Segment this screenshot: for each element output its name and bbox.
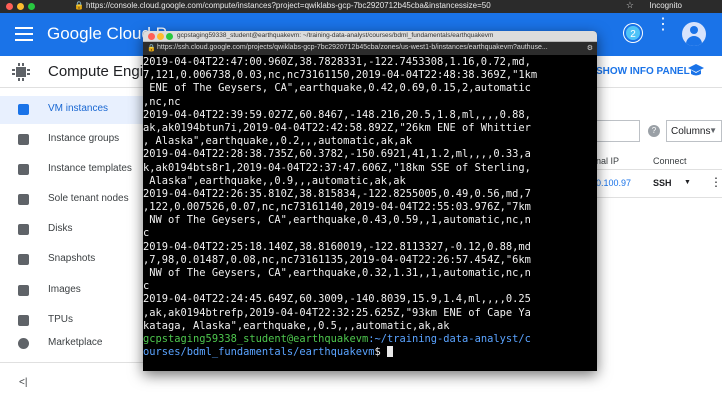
instance-groups-icon	[18, 134, 29, 145]
prompt-user: gcpstaging59338_student@earthquakevm	[143, 332, 369, 345]
more-vert-icon[interactable]: ⋮	[655, 17, 671, 33]
terminal-line: 2019-04-04T22:47:00.960Z,38.7828331,-122…	[143, 56, 531, 68]
terminal-line: ENE of The Geysers, CA",earthquake,0.42,…	[143, 82, 531, 95]
instance-templates-icon	[18, 164, 29, 175]
sidebar-item-label: Instance templates	[48, 163, 132, 174]
tpu-icon	[18, 315, 29, 326]
terminal-line: 2019-04-04T22:28:38.735Z,60.3782,-150.69…	[143, 148, 531, 161]
graduation-cap-icon[interactable]	[688, 64, 704, 78]
sidebar-item-label: Instance groups	[48, 133, 120, 144]
columns-button[interactable]: Columns ▼	[666, 120, 722, 142]
help-icon[interactable]: ?	[648, 125, 660, 137]
terminal-line: ,ak,ak0194btrefp,2019-04-04T22:32:25.625…	[143, 306, 531, 319]
sidebar-item-label: Images	[48, 284, 81, 295]
browser-close-dot[interactable]	[6, 3, 13, 10]
prompt-path-part2: ourses/bdml_fundamentals/earthquakevm	[143, 346, 375, 359]
terminal-line: 2019-04-04T22:25:18.140Z,38.8160019,-122…	[143, 240, 531, 253]
incognito-label: Incognito	[649, 1, 682, 10]
sidebar-item-disks[interactable]: Disks	[0, 216, 145, 244]
show-info-panel-button[interactable]: SHOW INFO PANEL	[596, 66, 690, 77]
terminal-prompt-line: gcpstaging59338_student@earthquakevm:~/t…	[143, 333, 597, 346]
prompt-path-part1: :~/training-data-analyst/c	[368, 332, 531, 345]
terminal-line: c	[143, 227, 150, 240]
collapse-sidebar-icon[interactable]: <|	[19, 377, 27, 388]
terminal-cursor	[386, 346, 393, 358]
sidebar-item-marketplace[interactable]: Marketplace	[0, 330, 145, 358]
terminal-url-bar: 🔒 https://ssh.cloud.google.com/projects/…	[143, 42, 597, 55]
terminal-line: 2019-04-04T22:39:59.027Z,60.8467,-148.21…	[143, 108, 531, 121]
terminal-line: Alaska",earthquake,,0.9,,,automatic,ak,a…	[143, 174, 406, 187]
sidebar-item-instance-templates[interactable]: Instance templates	[0, 156, 145, 184]
sidebar: VM instances Instance groups Instance te…	[0, 88, 145, 401]
ssh-terminal-window[interactable]: gcpstaging59338_student@earthquakevm: ~/…	[143, 31, 597, 371]
settings-gear-icon[interactable]: ⚙	[587, 44, 593, 52]
avatar[interactable]	[682, 22, 706, 46]
terminal-maximize-dot[interactable]	[166, 33, 173, 40]
disk-icon	[18, 224, 29, 235]
terminal-prompt-line: ourses/bdml_fundamentals/earthquakevm$	[143, 346, 597, 359]
terminal-line: NW of The Geysers, CA",earthquake,0.43,0…	[143, 214, 531, 227]
terminal-line: 7,121,0.006738,0.03,nc,nc73161150,2019-0…	[143, 69, 538, 82]
terminal-line: k,ak0194bts8r1,2019-04-04T22:37:47.606Z,…	[143, 161, 531, 174]
sole-tenant-icon	[18, 194, 29, 205]
columns-label: Columns	[671, 126, 711, 137]
screen: 🔒 https://console.cloud.google.com/compu…	[0, 0, 722, 401]
sidebar-item-snapshots[interactable]: Snapshots	[0, 246, 145, 274]
browser-maximize-dot[interactable]	[28, 3, 35, 10]
column-header-external-ip: nal IP	[596, 156, 620, 166]
ssh-dropdown-icon[interactable]: ▼	[684, 179, 691, 186]
terminal-line: kataga, Alaska",earthquake,,0.5,,,automa…	[143, 319, 450, 332]
ssh-button[interactable]: SSH	[653, 178, 672, 188]
table-divider	[596, 197, 722, 198]
browser-bar: 🔒 https://console.cloud.google.com/compu…	[0, 0, 722, 13]
terminal-line: ,nc,nc	[143, 95, 181, 108]
terminal-line: 2019-04-04T22:24:45.649Z,60.3009,-140.80…	[143, 293, 531, 306]
snapshot-icon	[18, 254, 29, 265]
sidebar-item-label: Snapshots	[48, 253, 96, 264]
terminal-line: 2019-04-04T22:26:35.810Z,38.815834,-122.…	[143, 187, 531, 200]
vm-icon	[18, 104, 29, 115]
marketplace-icon	[18, 338, 29, 349]
sidebar-item-images[interactable]: Images	[0, 277, 145, 305]
terminal-line: , Alaska",earthquake,,0.2,,,automatic,ak…	[143, 135, 412, 148]
sidebar-item-vm-instances[interactable]: VM instances	[0, 96, 145, 124]
lock-icon: 🔒	[147, 45, 156, 52]
row-more-icon[interactable]: ⋮	[710, 175, 722, 189]
bookmark-star-icon[interactable]: ☆	[626, 0, 634, 11]
sidebar-item-sole-tenant-nodes[interactable]: Sole tenant nodes	[0, 186, 145, 214]
terminal-title-bar[interactable]: gcpstaging59338_student@earthquakevm: ~/…	[143, 31, 597, 42]
terminal-close-dot[interactable]	[148, 33, 155, 40]
sidebar-item-instance-groups[interactable]: Instance groups	[0, 126, 145, 154]
sidebar-item-label: TPUs	[48, 314, 73, 325]
terminal-window-title: gcpstaging59338_student@earthquakevm: ~/…	[177, 32, 494, 39]
sidebar-divider	[0, 362, 145, 363]
sidebar-item-label: Sole tenant nodes	[48, 193, 129, 204]
compute-engine-icon	[12, 63, 30, 81]
external-ip-cell[interactable]: 0.100.97	[596, 178, 631, 188]
terminal-line: NW of The Geysers, CA",earthquake,0.32,1…	[143, 267, 531, 279]
terminal-line: ,7,98,0.01487,0.08,nc,nc73161135,2019-04…	[143, 253, 531, 266]
chevron-down-icon: ▼	[709, 126, 717, 135]
sidebar-item-label: VM instances	[48, 103, 109, 114]
filter-input[interactable]	[596, 120, 640, 142]
column-header-connect: Connect	[653, 156, 687, 166]
terminal-minimize-dot[interactable]	[157, 33, 164, 40]
terminal-line: ak,ak0194btun7i,2019-04-04T22:42:58.892Z…	[143, 121, 531, 134]
image-icon	[18, 285, 29, 296]
terminal-line: ,122,0.007526,0.07,nc,nc73161140,2019-04…	[143, 201, 531, 214]
terminal-line: c	[143, 280, 150, 293]
menu-icon[interactable]	[15, 27, 33, 41]
prompt-symbol: $	[374, 346, 387, 359]
table-divider	[596, 169, 722, 170]
notification-badge[interactable]: 2	[624, 24, 642, 42]
terminal-url: https://ssh.cloud.google.com/projects/qw…	[157, 44, 548, 51]
sidebar-item-label: Marketplace	[48, 337, 103, 348]
sidebar-item-label: Disks	[48, 223, 73, 234]
terminal-output[interactable]: 2019-04-04T22:47:00.960Z,38.7828331,-122…	[143, 55, 597, 371]
browser-url[interactable]: https://console.cloud.google.com/compute…	[86, 1, 491, 10]
lock-icon: 🔒	[74, 1, 84, 10]
browser-minimize-dot[interactable]	[17, 3, 24, 10]
